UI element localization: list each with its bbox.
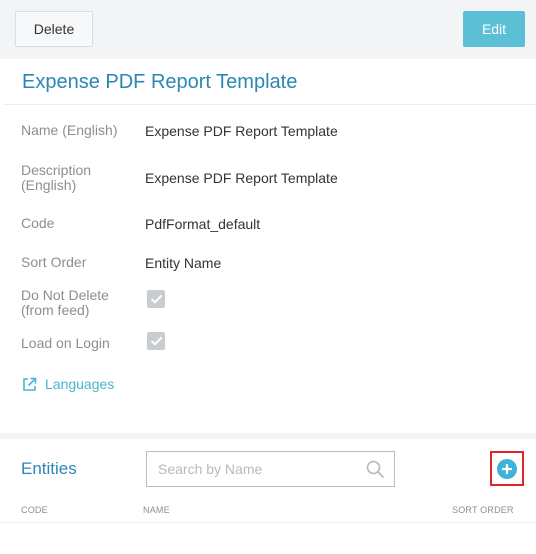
plus-circle-icon[interactable] [497,458,517,479]
description-english-value: Expense PDF Report Template [145,170,338,186]
search-icon[interactable] [366,460,385,479]
code-value: PdfFormat_default [145,216,261,232]
detail-card: Expense PDF Report Template Name (Englis… [4,59,536,433]
toolbar: Delete Edit [0,0,536,59]
description-english-label: Description (English) [21,162,92,193]
entities-title: Entities [21,459,77,478]
sort-order-value: Entity Name [145,255,222,271]
load-on-login-checkbox [147,332,165,350]
sort-order-label: Sort Order [21,254,87,270]
name-english-value: Expense PDF Report Template [145,123,338,139]
column-header-sort-order[interactable]: SORT ORDER [452,505,514,515]
delete-button[interactable]: Delete [15,11,93,47]
entities-search-input[interactable] [147,452,362,486]
plus-icon [502,463,512,474]
column-header-name[interactable]: NAME [143,505,170,515]
external-link-icon [23,377,37,391]
do-not-delete-checkbox [147,290,165,308]
page-title: Expense PDF Report Template [22,71,298,93]
entities-search-box[interactable] [146,451,395,487]
code-label: Code [21,215,55,231]
languages-link[interactable]: Languages [22,376,114,392]
checkmark-icon [150,336,162,346]
checkmark-icon [150,294,162,304]
load-on-login-label: Load on Login [21,335,110,351]
edit-button[interactable]: Edit [463,11,525,47]
table-header-divider [0,522,536,523]
languages-link-label: Languages [45,376,115,392]
add-entity-button[interactable] [490,451,524,486]
title-divider [4,104,536,105]
column-header-code[interactable]: CODE [21,505,48,515]
do-not-delete-label: Do Not Delete (from feed) [21,287,109,318]
section-divider [0,433,536,439]
name-english-label: Name (English) [21,122,118,138]
